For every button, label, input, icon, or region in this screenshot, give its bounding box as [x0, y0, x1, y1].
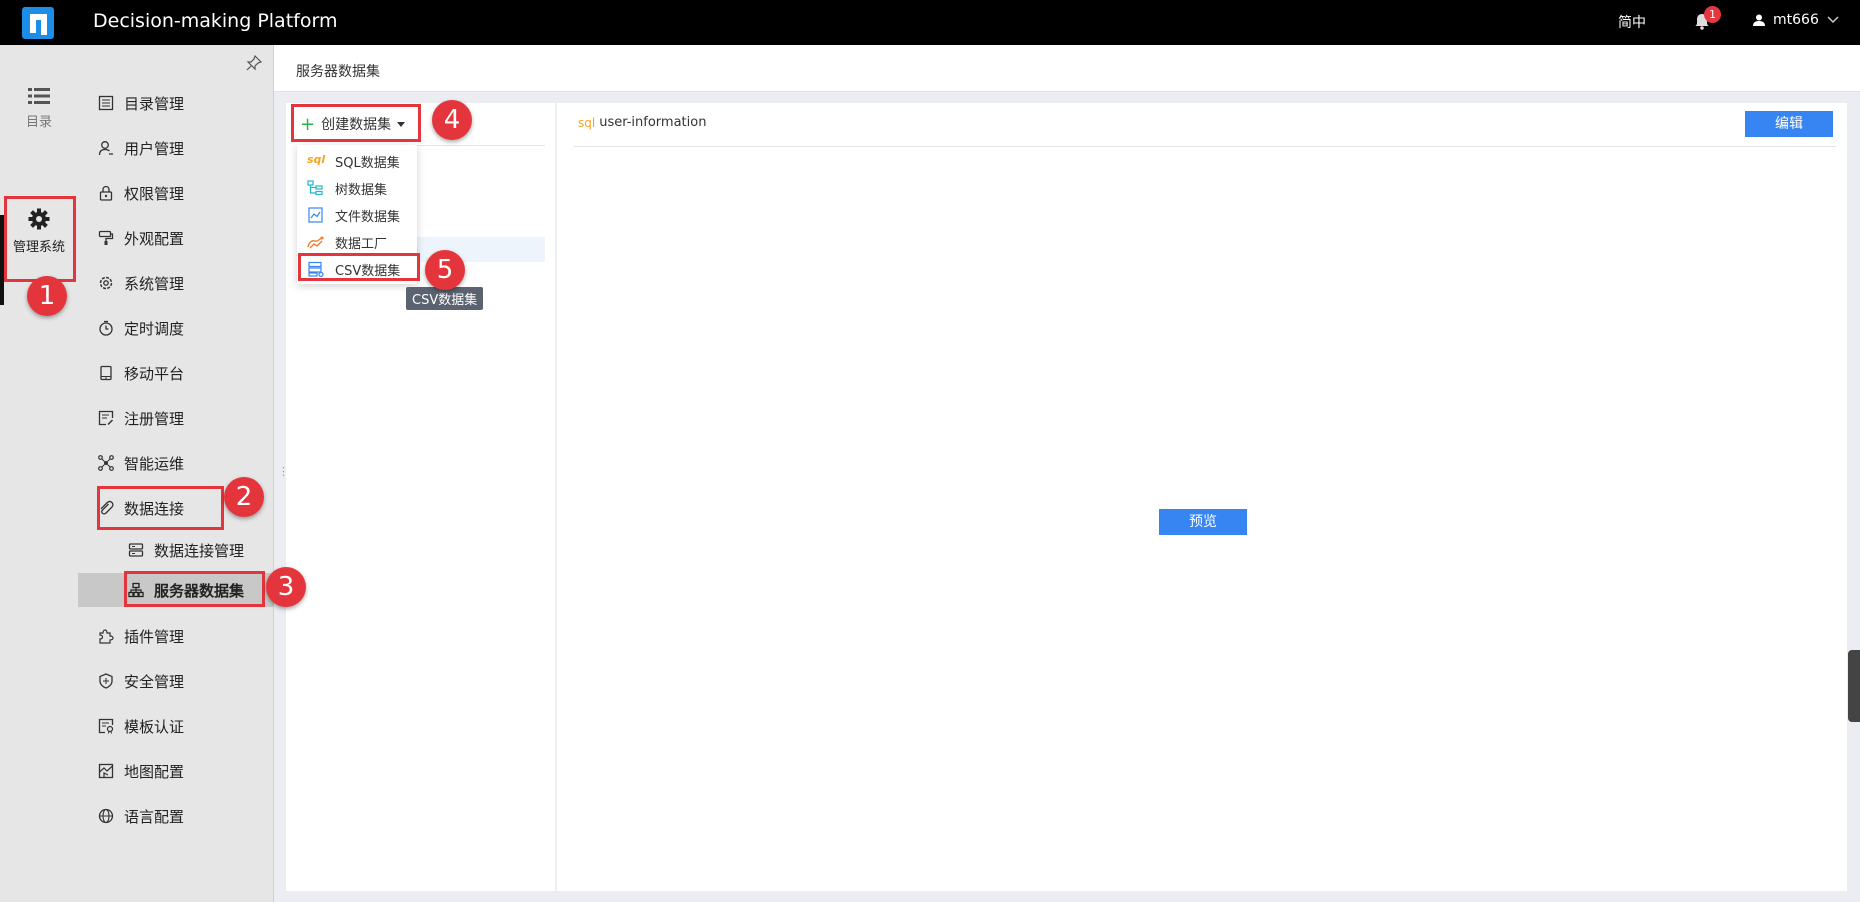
menu-item-file-dataset[interactable]: 文件数据集	[307, 204, 400, 226]
shield-icon	[99, 673, 113, 689]
step-badge-3: 3	[266, 567, 306, 607]
highlight-box-4	[291, 104, 421, 142]
nav-item-plugin-management[interactable]: 插件管理	[98, 623, 184, 649]
menu-item-tree-dataset[interactable]: 树数据集	[307, 177, 387, 199]
pin-icon[interactable]	[246, 55, 262, 71]
step-badge-2: 2	[224, 477, 264, 517]
menu-item-label: 树数据集	[335, 182, 388, 198]
settings-icon	[99, 276, 113, 290]
nav-item-appearance-config[interactable]: 外观配置	[98, 225, 184, 251]
nav-item-registration-management[interactable]: 注册管理	[98, 405, 184, 431]
nav-label: 注册管理	[124, 409, 185, 428]
nav-label: 外观配置	[124, 229, 185, 248]
nav-label: 地图配置	[124, 762, 185, 781]
nav-label: 权限管理	[124, 184, 185, 203]
page-title: 服务器数据集	[296, 64, 380, 80]
highlight-box-1	[4, 196, 76, 282]
language-switch[interactable]: 简中	[1618, 12, 1646, 32]
nav-item-map-config[interactable]: 地图配置	[98, 758, 184, 784]
server-icon	[128, 543, 144, 557]
edit-button[interactable]: 编辑	[1745, 111, 1833, 137]
nav-item-data-connection-management[interactable]: 数据连接管理	[128, 537, 244, 563]
username: mt666	[1773, 12, 1819, 28]
nav-label: 模板认证	[124, 717, 185, 736]
nav-item-catalog-management[interactable]: 目录管理	[98, 90, 184, 116]
menu-item-label: 数据工厂	[335, 236, 388, 252]
side-widget-handle[interactable]	[1848, 650, 1860, 722]
user-menu[interactable]: mt666	[1753, 12, 1839, 28]
puzzle-icon	[99, 629, 114, 644]
nav-label: 安全管理	[124, 672, 185, 691]
chevron-down-icon	[1827, 16, 1839, 24]
top-bar: Decision-making Platform 简中 1 mt666	[0, 0, 1860, 45]
step-badge-4: 4	[432, 100, 472, 140]
globe-icon	[98, 808, 114, 824]
nav-item-intelligent-ops[interactable]: 智能运维	[98, 450, 184, 476]
nav-item-language-config[interactable]: 语言配置	[98, 803, 184, 829]
nav-label: 智能运维	[124, 454, 185, 473]
nav-item-scheduled-tasks[interactable]: 定时调度	[98, 315, 184, 341]
lock-icon	[99, 185, 113, 201]
catalog-icon	[98, 95, 114, 111]
factory-icon	[307, 236, 324, 249]
user-icon	[98, 141, 113, 156]
sql-icon: sql	[307, 153, 326, 166]
preview-button[interactable]: 预览	[1159, 509, 1247, 535]
app-title: Decision-making Platform	[93, 10, 338, 32]
certificate-icon	[98, 718, 114, 734]
map-icon	[98, 763, 114, 779]
timer-icon	[99, 320, 113, 336]
nav-label: 移动平台	[124, 364, 185, 383]
nav-item-security-management[interactable]: 安全管理	[98, 668, 184, 694]
tooltip: CSV数据集	[406, 287, 484, 310]
nav-label: 语言配置	[124, 807, 185, 826]
user-icon	[1753, 14, 1765, 26]
rail-catalog-label: 目录	[25, 115, 52, 130]
dataset-name: user-information	[599, 115, 707, 130]
menu-item-sql-dataset[interactable]: sql SQL数据集	[307, 150, 400, 172]
step-badge-1: 1	[27, 276, 67, 316]
nav-item-template-certification[interactable]: 模板认证	[98, 713, 184, 739]
highlight-box-2	[97, 486, 224, 530]
nav-label: 插件管理	[124, 627, 185, 646]
breadcrumb: 服务器数据集	[274, 45, 1860, 92]
tablet-icon	[100, 365, 112, 381]
file-chart-icon	[308, 207, 323, 223]
logo-icon[interactable]	[22, 7, 54, 39]
rail-item-catalog[interactable]: 目录	[0, 87, 78, 130]
highlight-box-3	[124, 571, 265, 607]
network-icon	[98, 455, 114, 471]
paint-roller-icon	[98, 230, 114, 245]
nav-label: 目录管理	[124, 94, 185, 113]
notification-badge: 1	[1704, 6, 1721, 23]
detail-divider	[574, 146, 1836, 147]
sql-icon: sql	[578, 115, 596, 130]
left-rail: 目录 管理系统	[0, 45, 78, 902]
list-icon	[28, 88, 50, 104]
step-badge-5: 5	[425, 250, 465, 290]
dataset-detail-panel	[557, 103, 1847, 891]
dataset-title: sql user-information	[578, 115, 706, 130]
nav-label: 数据连接管理	[154, 541, 245, 560]
menu-item-label: SQL数据集	[335, 155, 400, 171]
nav-item-mobile-platform[interactable]: 移动平台	[98, 360, 184, 386]
admin-nav: 目录管理 用户管理 权限管理 外观配置 系统管理 定时调度 移动平台 注册管理 …	[78, 45, 274, 902]
nav-label: 定时调度	[124, 319, 185, 338]
tree-icon	[307, 180, 323, 196]
register-icon	[98, 410, 114, 426]
menu-item-data-factory[interactable]: 数据工厂	[307, 231, 387, 253]
menu-item-label: 文件数据集	[335, 209, 401, 225]
highlight-box-5	[298, 253, 420, 281]
nav-item-user-management[interactable]: 用户管理	[98, 135, 184, 161]
nav-label: 系统管理	[124, 274, 185, 293]
nav-item-permission-management[interactable]: 权限管理	[98, 180, 184, 206]
nav-item-system-management[interactable]: 系统管理	[98, 270, 184, 296]
nav-label: 用户管理	[124, 139, 185, 158]
